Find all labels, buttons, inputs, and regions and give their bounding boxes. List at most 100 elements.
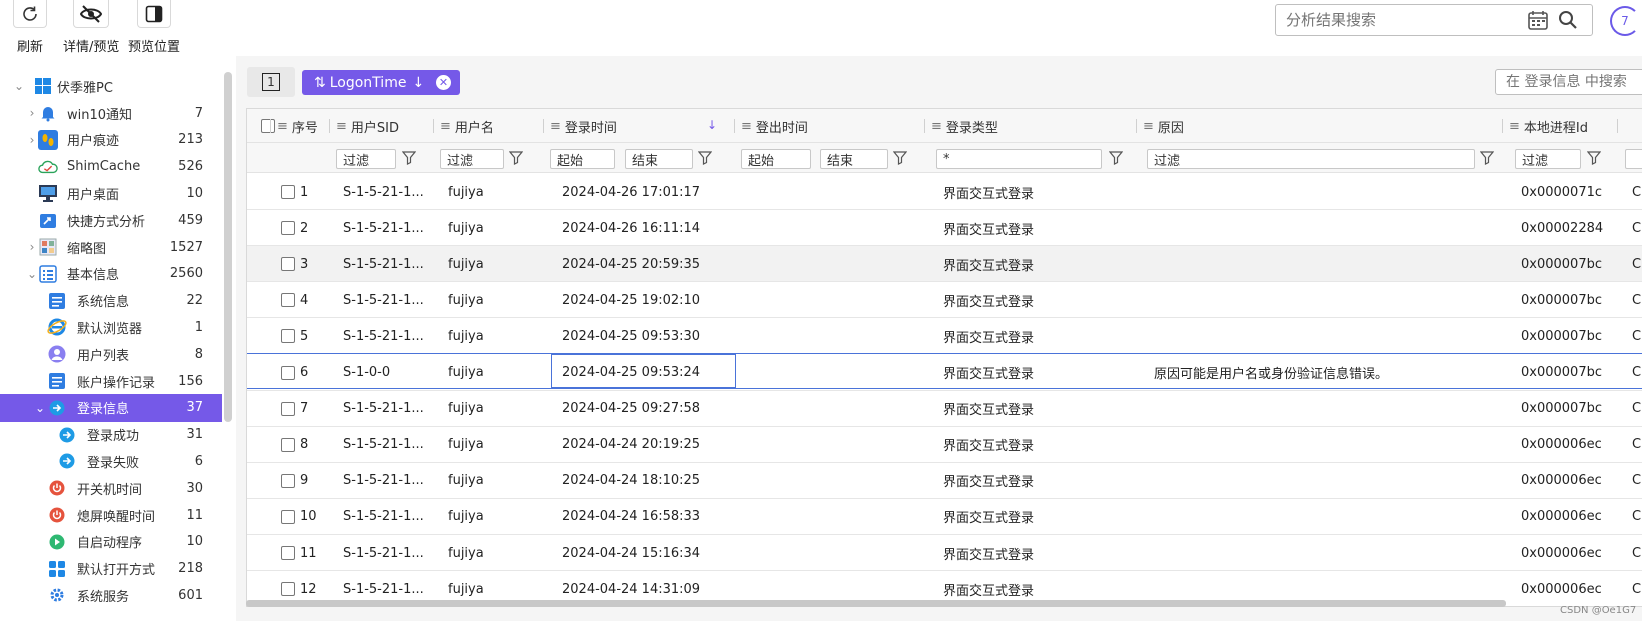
select-all-checkbox[interactable] <box>261 119 275 133</box>
username-cell[interactable]: fujiya <box>448 210 484 246</box>
filter-funnel-icon[interactable] <box>1109 151 1123 165</box>
table-search-box[interactable] <box>1495 69 1642 95</box>
column-header[interactable]: ≡ 登录时间 <box>550 109 617 143</box>
user-sid-cell[interactable]: S-1-5-21-1... <box>343 535 424 571</box>
sidebar-item[interactable]: › win10通知 7 <box>0 99 222 127</box>
sidebar-item[interactable]: 账户操作记录 156 <box>0 367 222 395</box>
column-header[interactable]: ≡ 原因 <box>1143 109 1184 143</box>
logon-start-input[interactable]: 起始 <box>550 149 615 169</box>
table-row[interactable]: 9 S-1-5-21-1... fujiya 2024-04-24 18:10:25 界… <box>247 463 1642 499</box>
logon-type-cell[interactable]: 界面交互式登录 <box>943 499 1034 535</box>
preview-position-button[interactable]: 预览位置 <box>128 0 180 55</box>
sidebar-item[interactable]: 用户桌面 10 <box>0 179 222 207</box>
logon-type-cell[interactable]: 界面交互式登录 <box>943 174 1034 210</box>
process-id-cell[interactable]: 0x000006ec <box>1521 499 1602 535</box>
logon-time-cell[interactable]: 2024-04-26 16:11:14 <box>562 210 700 246</box>
username-cell[interactable]: fujiya <box>448 318 484 354</box>
details-preview-button[interactable]: 详情/预览 <box>63 0 119 55</box>
next-column-cell[interactable]: C: <box>1632 463 1642 499</box>
next-column-cell[interactable]: C: <box>1632 427 1642 463</box>
column-resizer[interactable] <box>270 119 271 133</box>
sidebar-item[interactable]: 熄屏唤醒时间 11 <box>0 501 222 529</box>
next-column-cell[interactable]: C: <box>1632 210 1642 246</box>
logon-type-cell[interactable]: 界面交互式登录 <box>943 318 1034 354</box>
sidebar-item[interactable]: ⌄ 登录信息 37 <box>0 393 222 422</box>
chevron-right-icon[interactable]: › <box>26 133 38 147</box>
chevron-right-icon[interactable]: › <box>26 240 38 254</box>
logon-type-cell[interactable]: 界面交互式登录 <box>943 282 1034 318</box>
drag-handle-icon[interactable]: ≡ <box>550 119 561 134</box>
logon-time-cell[interactable]: 2024-04-24 18:10:25 <box>562 463 700 499</box>
logon-type-cell[interactable]: 界面交互式登录 <box>943 463 1034 499</box>
filter-funnel-icon[interactable] <box>893 151 907 165</box>
logon-end-input[interactable]: 结束 <box>625 149 693 169</box>
row-checkbox[interactable] <box>281 318 295 354</box>
sort-tag[interactable]: ⇅ LogonTime ↓ ✕ <box>302 70 460 95</box>
username-cell[interactable]: fujiya <box>448 355 484 391</box>
logon-time-cell[interactable]: 2024-04-24 15:16:34 <box>562 535 700 571</box>
logon-time-cell[interactable]: 2024-04-26 17:01:17 <box>562 174 700 210</box>
logon-time-cell[interactable]: 2024-04-25 09:27:58 <box>562 391 700 427</box>
next-column-cell[interactable]: C: <box>1632 282 1642 318</box>
pid-filter-input[interactable]: 过滤 <box>1515 149 1581 169</box>
logon-time-cell[interactable]: 2024-04-25 09:53:30 <box>562 318 700 354</box>
analysis-search-box[interactable] <box>1275 4 1593 36</box>
next-column-cell[interactable]: C: <box>1632 571 1642 606</box>
user-sid-cell[interactable]: S-1-5-21-1... <box>343 246 424 282</box>
row-checkbox[interactable] <box>281 210 295 246</box>
table-search-input[interactable] <box>1506 74 1642 90</box>
column-header[interactable]: ≡ 用户SID <box>336 109 399 143</box>
next-column-cell[interactable]: C: <box>1632 246 1642 282</box>
user-sid-cell[interactable]: S-1-5-21-1... <box>343 391 424 427</box>
chevron-down-icon[interactable]: ⌄ <box>13 79 25 93</box>
table-row[interactable]: 11 S-1-5-21-1... fujiya 2024-04-24 15:16:34… <box>247 535 1642 571</box>
drag-handle-icon[interactable]: ≡ <box>440 119 451 134</box>
column-resizer[interactable] <box>734 119 735 133</box>
drag-handle-icon[interactable]: ≡ <box>931 119 942 134</box>
user-sid-cell[interactable]: S-1-0-0 <box>343 355 390 391</box>
table-row[interactable]: 5 S-1-5-21-1... fujiya 2024-04-25 09:53:30 界… <box>247 318 1642 355</box>
filter-funnel-icon[interactable] <box>509 151 523 165</box>
drag-handle-icon[interactable]: ≡ <box>1509 119 1520 134</box>
logon-time-cell[interactable]: 2024-04-25 20:59:35 <box>562 246 700 282</box>
page-one-button[interactable]: 1 <box>247 67 295 97</box>
logoff-start-input[interactable]: 起始 <box>741 149 811 169</box>
horizontal-scrollbar[interactable] <box>246 600 1506 607</box>
next-column-cell[interactable]: C: <box>1632 535 1642 571</box>
column-resizer[interactable] <box>543 119 544 133</box>
process-id-cell[interactable]: 0x000006ec <box>1521 427 1602 463</box>
sidebar-item[interactable]: 系统服务 601 <box>0 581 222 609</box>
drag-handle-icon[interactable]: ≡ <box>336 119 347 134</box>
username-filter-input[interactable]: 过滤 <box>440 149 504 169</box>
row-checkbox[interactable] <box>281 463 295 499</box>
username-cell[interactable]: fujiya <box>448 499 484 535</box>
row-checkbox[interactable] <box>281 427 295 463</box>
column-resizer[interactable] <box>1617 119 1618 133</box>
sidebar-item[interactable]: 登录失败 6 <box>0 447 222 475</box>
table-row[interactable]: 7 S-1-5-21-1... fujiya 2024-04-25 09:27:58 界… <box>247 391 1642 427</box>
row-checkbox[interactable] <box>281 535 295 571</box>
table-row[interactable]: 2 S-1-5-21-1... fujiya 2024-04-26 16:11:14 界… <box>247 210 1642 247</box>
row-checkbox[interactable] <box>281 391 295 427</box>
user-sid-cell[interactable]: S-1-5-21-1... <box>343 174 424 210</box>
next-column-cell[interactable]: C: <box>1632 355 1642 391</box>
drag-handle-icon[interactable]: ≡ <box>1143 119 1154 134</box>
sidebar-item[interactable]: 自启动程序 10 <box>0 528 222 556</box>
search-icon[interactable] <box>1558 10 1578 34</box>
username-cell[interactable]: fujiya <box>448 246 484 282</box>
row-checkbox[interactable] <box>281 499 295 535</box>
table-row[interactable]: 1 S-1-5-21-1... fujiya 2024-04-26 17:01:17 界… <box>247 174 1642 210</box>
tree-root[interactable]: ⌄ 伏季雅PC <box>0 72 222 100</box>
column-resizer[interactable] <box>924 119 925 133</box>
sidebar-item[interactable]: 系统信息 22 <box>0 287 222 315</box>
column-header[interactable]: ≡ 本地进程Id <box>1509 109 1588 143</box>
table-row[interactable]: 3 S-1-5-21-1... fujiya 2024-04-25 20:59:35 界… <box>247 246 1642 283</box>
column-header[interactable]: ≡ 用户名 <box>440 109 494 143</box>
column-header[interactable]: ≡ 登录类型 <box>931 109 998 143</box>
analysis-search-input[interactable] <box>1286 11 1526 29</box>
process-id-cell[interactable]: 0x000007bc <box>1521 355 1602 391</box>
close-icon[interactable]: ✕ <box>436 75 451 90</box>
username-cell[interactable]: fujiya <box>448 174 484 210</box>
logon-time-cell[interactable]: 2024-04-24 16:58:33 <box>562 499 700 535</box>
user-sid-cell[interactable]: S-1-5-21-1... <box>343 499 424 535</box>
